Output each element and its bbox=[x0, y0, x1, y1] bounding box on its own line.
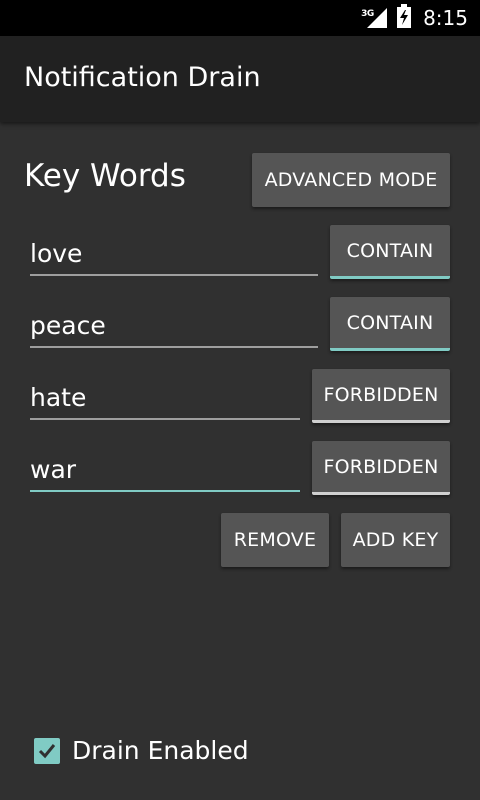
section-title: Key Words bbox=[24, 158, 186, 194]
advanced-mode-button[interactable]: ADVANCED MODE bbox=[252, 153, 450, 207]
keyword-input-3[interactable] bbox=[30, 376, 300, 418]
keyword-input-2[interactable] bbox=[30, 304, 318, 346]
keyword-input-4[interactable] bbox=[30, 448, 300, 490]
keyword-field-3[interactable] bbox=[30, 376, 300, 420]
add-key-button[interactable]: ADD KEY bbox=[341, 513, 450, 567]
keyword-mode-button-3[interactable]: FORBIDDEN bbox=[312, 369, 450, 423]
keyword-mode-button-1[interactable]: CONTAIN bbox=[330, 225, 450, 279]
keyword-field-2[interactable] bbox=[30, 304, 318, 348]
keyword-field-4[interactable] bbox=[30, 448, 300, 492]
keyword-mode-button-2[interactable]: CONTAIN bbox=[330, 297, 450, 351]
keyword-input-1[interactable] bbox=[30, 232, 318, 274]
network-type: 3G bbox=[361, 9, 374, 19]
check-icon bbox=[38, 743, 56, 758]
battery-icon bbox=[397, 4, 412, 32]
drain-enabled-checkbox[interactable] bbox=[34, 737, 60, 764]
signal-icon: 3G bbox=[361, 6, 389, 30]
drain-enabled-label: Drain Enabled bbox=[72, 736, 249, 765]
remove-button[interactable]: REMOVE bbox=[221, 513, 329, 567]
keyword-mode-button-4[interactable]: FORBIDDEN bbox=[312, 441, 450, 495]
keyword-field-1[interactable] bbox=[30, 232, 318, 276]
status-bar: 3G 8:15 bbox=[0, 0, 480, 36]
clock: 8:15 bbox=[423, 6, 468, 30]
status-icons: 3G 8:15 bbox=[361, 0, 468, 36]
app-bar: Notification Drain bbox=[0, 36, 480, 122]
app-title: Notification Drain bbox=[24, 62, 261, 93]
drain-enabled-row[interactable]: Drain Enabled bbox=[34, 736, 249, 765]
